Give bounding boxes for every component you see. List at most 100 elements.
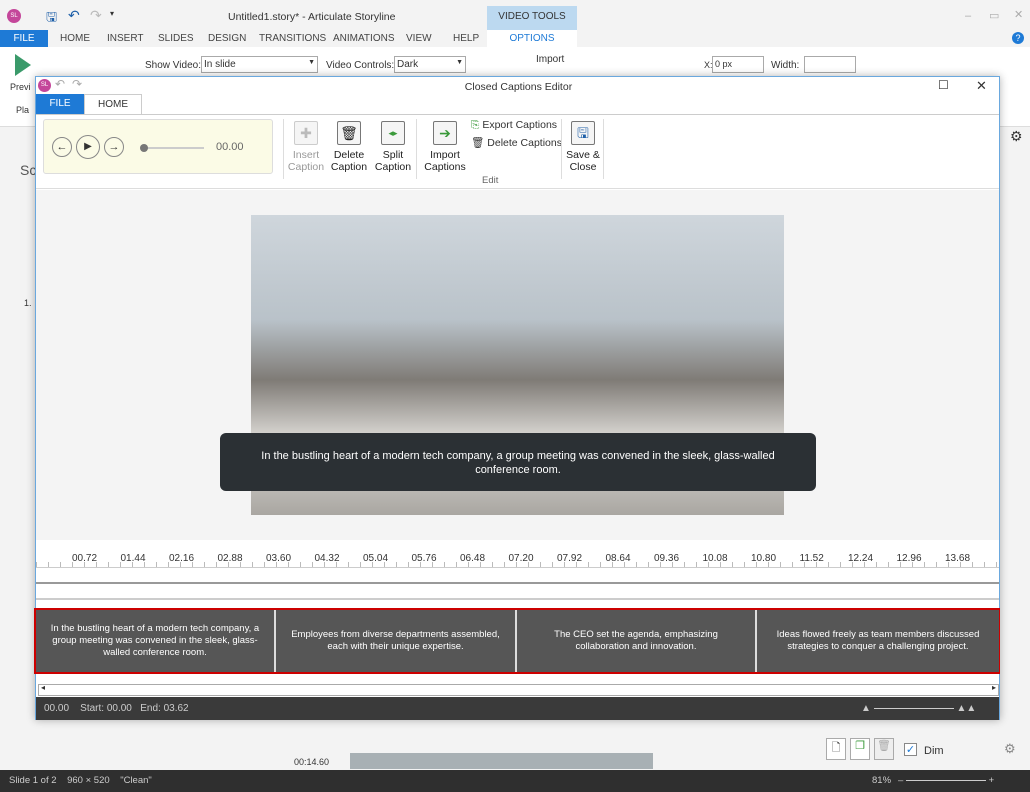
insert-caption-button[interactable]: ✚ Insert Caption	[286, 121, 326, 173]
delete-layer-icon[interactable]: 🗑	[874, 738, 894, 760]
zoom-slider[interactable]: ▲ ▲▲	[861, 697, 991, 720]
ruler-tick-label: 07.20	[508, 553, 534, 564]
previous-icon[interactable]: ←	[52, 137, 72, 157]
slide-number: 1.	[24, 298, 32, 308]
tab-transitions[interactable]: TRANSITIONS	[259, 30, 326, 47]
scenes-label: Sc	[20, 162, 37, 178]
ruler-tick-label: 08.64	[605, 553, 631, 564]
ruler-tick-label: 03.60	[266, 553, 292, 564]
player-time: 00.00	[216, 141, 244, 153]
caption-block[interactable]: In the bustling heart of a modern tech c…	[36, 610, 276, 672]
import-icon: ➔	[433, 121, 457, 145]
tab-file[interactable]: FILE	[0, 30, 48, 47]
horizontal-scrollbar[interactable]: ◂ ▸	[38, 683, 999, 696]
zoom-slider[interactable]: – +	[898, 770, 994, 792]
delete-captions-button[interactable]: 🗑 Delete Captions	[471, 136, 562, 149]
new-layer-icon[interactable]: 🗋	[826, 738, 846, 760]
dialog-footer: 00.00 Start: 00.00 End: 03.62 ▲ ▲▲	[36, 697, 999, 720]
media-player: ← ▶ → 00.00	[43, 119, 273, 174]
help-icon[interactable]: ?	[1012, 32, 1024, 44]
tab-slides[interactable]: SLIDES	[158, 30, 194, 47]
save-icon: 🖫	[571, 121, 595, 145]
dim-checkbox[interactable]: ✓	[904, 743, 917, 756]
duplicate-layer-icon[interactable]: ❐	[850, 738, 870, 760]
dialog-tab-home[interactable]: HOME	[84, 94, 142, 114]
tab-options[interactable]: OPTIONS	[487, 30, 577, 47]
width-input[interactable]	[804, 56, 856, 73]
tab-help[interactable]: HELP	[453, 30, 479, 47]
timeline-time: 00:14.60	[294, 757, 330, 767]
dialog-title: Closed Captions Editor	[464, 81, 573, 93]
slide-indicator: Slide 1 of 2	[9, 775, 57, 786]
app-logo: SL	[7, 9, 21, 23]
settings-icon[interactable]: ⚙	[1004, 741, 1016, 757]
minimize-icon[interactable]: –	[965, 10, 971, 22]
preview-label[interactable]: Previ	[10, 82, 31, 92]
theme-name: "Clean"	[120, 775, 152, 786]
play-icon[interactable]: ▶	[76, 135, 100, 159]
ruler-tick-label: 12.24	[848, 553, 874, 564]
maximize-icon[interactable]: ☐	[938, 78, 949, 92]
status-bar: Slide 1 of 2 960 × 520 "Clean" 81% – +	[0, 770, 1030, 792]
ruler-tick-label: 04.32	[314, 553, 340, 564]
next-icon[interactable]: →	[104, 137, 124, 157]
ruler-tick-label: 01.44	[120, 553, 146, 564]
gear-icon[interactable]: ⚙	[1010, 128, 1023, 145]
ruler-tick-label: 00.72	[72, 553, 98, 564]
ruler-tick-label: 06.48	[460, 553, 486, 564]
width-label: Width:	[771, 60, 800, 71]
plus-icon: ✚	[294, 121, 318, 145]
play-label: Pla	[16, 105, 30, 115]
trash-icon: 🗑	[471, 137, 485, 149]
dialog-tab-file[interactable]: FILE	[36, 94, 84, 114]
zoom-level: 81%	[872, 775, 892, 786]
preview-icon[interactable]	[15, 54, 31, 76]
tab-home[interactable]: HOME	[60, 30, 90, 47]
tab-animations[interactable]: ANIMATIONS	[333, 30, 394, 47]
import-captions-button[interactable]: ➔ Import Captions	[424, 121, 466, 173]
video-controls-label: Video Controls:	[326, 60, 395, 71]
export-captions-button[interactable]: ⎘ Export Captions	[471, 119, 557, 132]
ruler-tick-label: 07.92	[557, 553, 583, 564]
show-video-select[interactable]: In slide ▼	[201, 56, 318, 73]
ruler-tick-label: 10.80	[751, 553, 777, 564]
x-input[interactable]: 0 px	[712, 56, 764, 73]
start-time: 00.00	[106, 703, 132, 714]
tab-insert[interactable]: INSERT	[107, 30, 144, 47]
seek-slider[interactable]	[140, 144, 204, 152]
closed-captions-editor: SL ↶ ↷ Closed Captions Editor ☐ ✕ FILE H…	[34, 76, 1000, 720]
close-icon[interactable]: ✕	[1014, 8, 1023, 21]
redo-icon[interactable]: ↷	[90, 7, 102, 24]
import-button[interactable]: Import	[536, 54, 564, 65]
caption-block[interactable]: The CEO set the agenda, emphasizing coll…	[517, 610, 757, 672]
edit-group-label: Edit	[482, 175, 499, 186]
ruler-tick-label: 05.76	[411, 553, 437, 564]
delete-caption-button[interactable]: 🗑 Delete Caption	[329, 121, 369, 173]
show-video-label: Show Video:	[145, 60, 201, 71]
close-icon[interactable]: ✕	[976, 78, 987, 94]
save-icon[interactable]: 🖫	[46, 8, 57, 30]
ruler-tick-label: 09.36	[654, 553, 680, 564]
split-icon: ◂▸	[381, 121, 405, 145]
ruler-tick-label: 13.68	[945, 553, 971, 564]
ruler-tick-label: 02.16	[169, 553, 195, 564]
tab-design[interactable]: DESIGN	[208, 30, 246, 47]
track	[36, 586, 999, 600]
video-controls-select[interactable]: Dark ▼	[394, 56, 466, 73]
ruler-tick-label: 10.08	[702, 553, 728, 564]
save-close-button[interactable]: 🖫 Save & Close	[564, 121, 602, 173]
ruler-tick-label: 12.96	[896, 553, 922, 564]
caption-overlay: In the bustling heart of a modern tech c…	[220, 433, 816, 491]
app-title: Untitled1.story* - Articulate Storyline	[228, 11, 396, 23]
caption-block[interactable]: Ideas flowed freely as team members disc…	[757, 610, 999, 672]
restore-icon[interactable]: ▭	[989, 9, 999, 22]
video-tools-group: VIDEO TOOLS	[487, 6, 577, 30]
caption-block[interactable]: Employees from diverse departments assem…	[276, 610, 517, 672]
timeline-scrollbar[interactable]	[350, 753, 653, 769]
undo-icon[interactable]: ↶	[68, 7, 80, 24]
tab-view[interactable]: VIEW	[406, 30, 432, 47]
timeline-ruler: 00.72 01.44 02.16 02.88 03.60 04.32 05.04 05.76…	[36, 541, 999, 568]
current-time: 00.00	[44, 703, 70, 714]
customize-icon[interactable]: ▾	[110, 9, 114, 18]
split-caption-button[interactable]: ◂▸ Split Caption	[373, 121, 413, 173]
